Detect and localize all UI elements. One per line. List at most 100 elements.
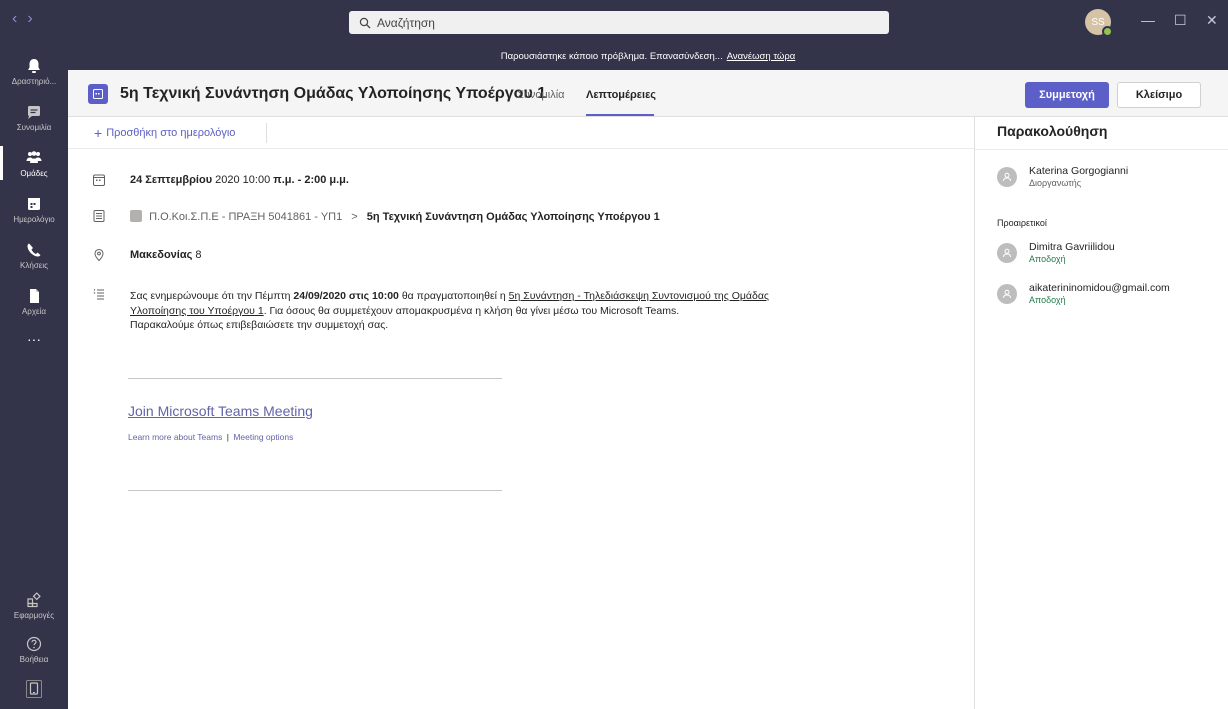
rail-item-device[interactable] [0, 672, 68, 708]
channel-team[interactable]: Π.Ο.Κοι.Σ.Π.Ε - ΠΡΑΞΗ 5041861 - ΥΠ1 [149, 211, 342, 223]
rail-label: Ημερολόγιο [13, 214, 55, 224]
maximize-button[interactable]: ☐ [1174, 12, 1187, 29]
file-icon [30, 288, 39, 303]
location-rest: 8 [195, 249, 202, 261]
tracking-divider [975, 149, 1228, 150]
rail-item-chat[interactable]: Συνομιλία [0, 94, 68, 140]
tab-details[interactable]: Λεπτομέρειες [586, 89, 656, 101]
attendee-name: aikaterininomidou@gmail.com [1029, 282, 1170, 294]
date-bold: 24 Σεπτεμβρίου [130, 174, 213, 186]
app-rail: Δραστηριό... Συνομιλία Ομάδες Ημερολόγιο… [0, 42, 68, 709]
calendar-icon [28, 197, 40, 210]
person-avatar-icon [997, 284, 1017, 304]
rail-label: Αρχεία [21, 306, 47, 316]
rail-item-calls[interactable]: Κλήσεις [0, 232, 68, 278]
link-divider: | [226, 432, 229, 442]
close-button[interactable]: Κλείσιμο [1117, 82, 1201, 108]
plus-icon: + [94, 125, 103, 141]
search-icon [359, 17, 371, 28]
rail-item-help[interactable]: Βοήθεια [0, 626, 68, 672]
organizer-role: Διοργανωτής [1029, 178, 1082, 188]
attendee-name: Dimitra Gavriilidou [1029, 241, 1115, 253]
teams-icon [26, 150, 42, 163]
attendee-entry[interactable]: aikaterininomidou@gmail.com Αποδοχή [997, 282, 1170, 305]
desc-part-3: . Για όσους θα συμμετέχουν απομακρυσμένα… [263, 304, 680, 317]
date-calendar-icon [93, 174, 105, 186]
search-input[interactable]: Αναζήτηση [349, 11, 889, 34]
details-toolbar: + Προσθήκη στο ημερολόγιο [68, 117, 974, 149]
location-pin-icon [94, 248, 104, 262]
desc-link-meeting[interactable]: 5η Συνάντηση - Τηλεδιάσκεψη Συντονισμού … [509, 290, 769, 302]
join-button[interactable]: Συμμετοχή [1025, 82, 1109, 108]
desc-part-1: Σας ενημερώνουμε ότι την Πέμπτη [130, 290, 291, 302]
time-bold: π.μ. - 2:00 μ.μ. [273, 174, 349, 186]
organizer-entry[interactable]: Katerina Gorgogianni Διοργανωτής [997, 165, 1128, 188]
refresh-now-link[interactable]: Ανανέωση τώρα [727, 51, 796, 62]
meeting-channel: Π.Ο.Κοι.Σ.Π.Ε - ΠΡΑΞΗ 5041861 - ΥΠ1 > 5η… [130, 210, 660, 223]
channel-icon [93, 210, 105, 222]
join-teams-meeting-link[interactable]: Join Microsoft Teams Meeting [128, 403, 313, 419]
meeting-date: 24 Σεπτεμβρίου 2020 10:00 π.μ. - 2:00 μ.… [130, 174, 349, 186]
location-bold: Μακεδονίας [130, 249, 193, 261]
add-to-calendar-label: Προσθήκη στο ημερολόγιο [106, 127, 236, 139]
banner-message: Παρουσιάστηκε κάποιο πρόβλημα. Επανασύνδ… [500, 50, 723, 62]
date-rest: 2020 10:00 [215, 174, 271, 186]
search-placeholder: Αναζήτηση [377, 15, 435, 30]
desc-date: 24/09/2020 στις 10:00 [293, 290, 399, 302]
rail-item-apps[interactable]: Εφαρμογές [0, 582, 68, 628]
meeting-location: Μακεδονίας 8 [130, 249, 202, 261]
meeting-header: 5η Τεχνική Συνάντηση Ομάδας Υλοποίησης Υ… [68, 70, 1228, 117]
desc-part-4: Παρακαλούμε όπως επιβεβαιώσετε την συμμε… [130, 319, 389, 331]
rail-label: Συνομιλία [16, 122, 52, 132]
channel-name[interactable]: 5η Τεχνική Συνάντηση Ομάδας Υλοποίησης Υ… [367, 211, 660, 223]
rail-item-teams[interactable]: Ομάδες [0, 140, 68, 186]
add-to-calendar-button[interactable]: + Προσθήκη στο ημερολόγιο [94, 125, 235, 141]
learn-more-link[interactable]: Learn more about Teams [128, 432, 222, 442]
rail-item-calendar[interactable]: Ημερολόγιο [0, 186, 68, 232]
apps-icon [27, 591, 41, 607]
bell-icon [28, 58, 40, 73]
meeting-details-panel: + Προσθήκη στο ημερολόγιο 24 Σεπτεμβρίου… [68, 117, 974, 709]
rail-label: Εφαρμογές [13, 610, 55, 620]
rail-label: Δραστηριό... [11, 76, 57, 86]
close-window-button[interactable]: ✕ [1206, 12, 1218, 29]
separator-bottom [128, 490, 502, 491]
reconnect-banner: Παρουσιάστηκε κάποιο πρόβλημα. Επανασύνδ… [68, 42, 1228, 70]
minimize-button[interactable]: — [1141, 12, 1155, 28]
desc-part-2: θα πραγματοποιηθεί η [401, 290, 506, 302]
meeting-calendar-icon [88, 84, 108, 104]
avatar-initials: SS [1091, 16, 1105, 28]
attendee-status: Αποδοχή [1029, 254, 1066, 264]
breadcrumb-separator: > [351, 211, 358, 223]
more-icon: ··· [27, 331, 41, 347]
title-bar: ‹ › Αναζήτηση SS — ☐ ✕ [0, 0, 1228, 42]
optional-label: Προαιρετικοί [997, 218, 1047, 228]
page-title: 5η Τεχνική Συνάντηση Ομάδας Υλοποίησης Υ… [120, 85, 547, 102]
rail-label: Βοήθεια [19, 654, 49, 664]
user-avatar[interactable]: SS [1085, 9, 1113, 37]
rail-item-activity[interactable]: Δραστηριό... [0, 48, 68, 94]
chat-icon [28, 105, 40, 119]
separator-top [128, 378, 502, 379]
tracking-panel: Παρακολούθηση Katerina Gorgogianni Διοργ… [974, 117, 1228, 709]
attendee-entry[interactable]: Dimitra Gavriilidou Αποδοχή [997, 241, 1115, 264]
meeting-description: Σας ενημερώνουμε ότι την Πέμπτη 24/09/20… [130, 289, 780, 333]
organizer-name: Katerina Gorgogianni [1029, 165, 1129, 177]
presence-available-icon [1102, 26, 1113, 37]
mobile-device-icon [26, 680, 42, 698]
tracking-title: Παρακολούθηση [997, 123, 1108, 139]
desc-link-subproject[interactable]: Υλοποίησης του Υποέργου 1 [130, 305, 264, 317]
forward-arrow-icon[interactable]: › [27, 10, 32, 28]
phone-icon [27, 243, 41, 256]
back-arrow-icon[interactable]: ‹ [12, 10, 17, 28]
tab-chat[interactable]: Συνομιλία [517, 89, 565, 101]
rail-label: Κλήσεις [20, 260, 48, 270]
toolbar-divider [266, 123, 267, 143]
more-apps-button[interactable]: ··· [0, 316, 68, 362]
person-avatar-icon [997, 167, 1017, 187]
rail-label: Ομάδες [20, 168, 48, 178]
active-tab-indicator [586, 114, 654, 116]
person-avatar-icon [997, 243, 1017, 263]
meeting-options-link[interactable]: Meeting options [233, 432, 293, 442]
team-avatar-icon [130, 210, 142, 222]
